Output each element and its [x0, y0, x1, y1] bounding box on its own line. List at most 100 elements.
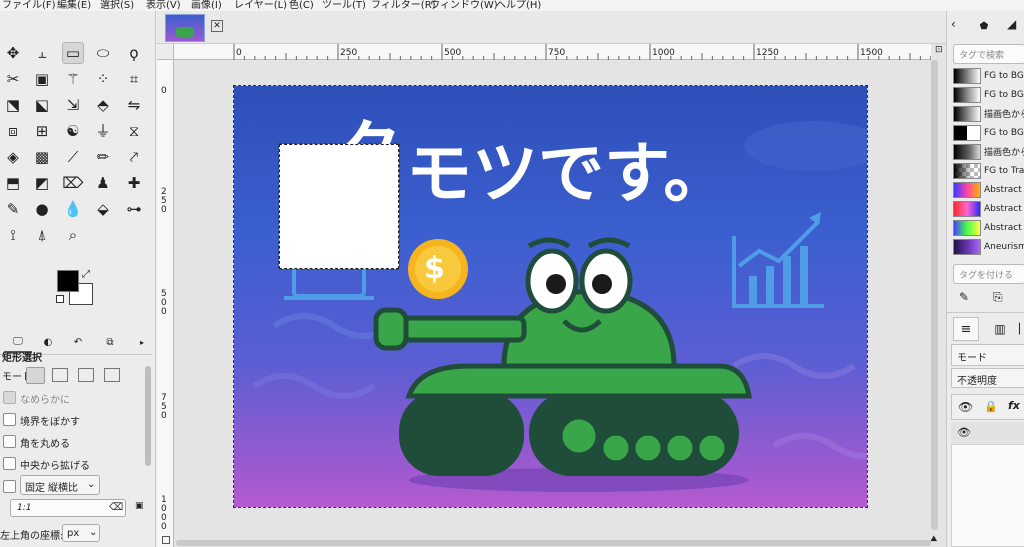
vertical-scrollbar[interactable] [931, 60, 938, 530]
tag-assign-input[interactable]: タグを付ける [953, 264, 1024, 284]
channels-tab-icon[interactable]: ▥ [987, 317, 1013, 341]
gradient-item[interactable]: 描画色から [953, 142, 1024, 161]
gradient-item[interactable]: FG to BG ( [953, 66, 1024, 85]
blur-tool[interactable]: 💧 [62, 198, 84, 220]
ink-tool[interactable]: ⬒ [2, 172, 24, 194]
airbrush-tool[interactable]: ⤤ [123, 146, 145, 168]
tab-undo-history[interactable]: ↶ [64, 331, 92, 353]
gradient-item[interactable]: FG to Tran [953, 161, 1024, 180]
smudge-tool[interactable]: ✎ [2, 198, 24, 220]
shear-tool[interactable]: ⬘ [92, 94, 114, 116]
menu-select[interactable]: 選択(S) [100, 0, 134, 11]
seamless-clone-tool[interactable]: ⏚ [92, 120, 114, 142]
menu-colors[interactable]: 色(C) [289, 0, 314, 11]
gradient-item[interactable]: Abstract 2 [953, 199, 1024, 218]
ratio-input[interactable]: 1:1 ⌫ [10, 499, 126, 517]
fixed-checkbox[interactable] [3, 480, 16, 493]
mode-add-button[interactable] [52, 368, 68, 382]
align-tool[interactable]: ⫠ [31, 42, 53, 64]
gradient-item[interactable]: Aneurism [953, 237, 1024, 256]
vertical-ruler[interactable]: 0 250 500 750 1000 [157, 60, 174, 547]
menu-layer[interactable]: レイヤー(L) [234, 0, 287, 11]
horizontal-scrollbar[interactable] [176, 540, 931, 546]
gradient-item[interactable]: Abstract 3 [953, 218, 1024, 237]
handle-transform-tool[interactable]: ⇲ [62, 94, 84, 116]
crop-tool[interactable]: ⌗ [123, 68, 145, 90]
antialias-checkbox[interactable] [3, 391, 16, 404]
menu-file[interactable]: ファイル(F) [2, 0, 56, 11]
image-canvas[interactable]: タ モツです。 $ [234, 86, 867, 507]
flip-tool[interactable]: ⇋ [123, 94, 145, 116]
paths-tab-icon[interactable]: ▏ [1019, 317, 1024, 341]
fixed-dropdown[interactable]: 固定 縦横比 ⌄ [20, 475, 100, 495]
foreground-color-swatch[interactable] [57, 270, 79, 292]
opacity-spinner[interactable]: 不透明度 [951, 368, 1024, 388]
dock-back-icon[interactable]: ‹ [951, 17, 956, 31]
perspective-tool[interactable]: ⧈ [2, 120, 24, 142]
fx-icon[interactable]: fx [1008, 399, 1020, 412]
foreground-select-tool[interactable]: ▣ [31, 68, 53, 90]
default-colors-icon[interactable] [56, 295, 64, 303]
mode-subtract-button[interactable] [78, 368, 94, 382]
rounded-corners-checkbox[interactable] [3, 435, 16, 448]
quick-mask-corner[interactable] [157, 44, 174, 60]
rect-select-tool[interactable]: ▭ [62, 42, 84, 64]
lock-icon[interactable]: 🔒 [984, 400, 998, 413]
menu-edit[interactable]: 編集(E) [57, 0, 91, 11]
menu-filters[interactable]: フィルター(R) [371, 0, 436, 11]
text-tool[interactable]: ⧖ [123, 120, 145, 142]
image-thumbnail-tab[interactable] [165, 14, 205, 42]
fuzzy-select-tool[interactable]: ⚚ [62, 68, 84, 90]
tag-search-input[interactable]: タグで検索 [953, 44, 1024, 64]
aspect-lock-icon[interactable]: ▣ [135, 501, 144, 511]
eraser-tool[interactable]: ⌦ [62, 172, 84, 194]
navigate-icon[interactable]: ⯅ [929, 532, 939, 547]
pencil-tool[interactable]: ✏ [92, 146, 114, 168]
horizontal-ruler[interactable]: 0 250 500 750 1000 1250 1500 [174, 44, 984, 60]
gradient-item[interactable]: FG to BG ( [953, 85, 1024, 104]
move-tool[interactable]: ✥ [2, 42, 24, 64]
clear-icon[interactable]: ⌫ [109, 502, 123, 513]
feather-checkbox[interactable] [3, 413, 16, 426]
new-gradient-icon[interactable]: ⎘ [993, 290, 1003, 305]
close-tab-icon[interactable]: ✕ [211, 20, 223, 32]
edit-gradient-icon[interactable]: ✎ [959, 290, 969, 304]
color-picker-tool[interactable]: ⟟ [2, 224, 24, 246]
layer-visibility-icon[interactable]: 👁 [957, 426, 971, 439]
expand-center-checkbox[interactable] [3, 457, 16, 470]
bucket-fill-tool[interactable]: ◈ [2, 146, 24, 168]
free-select-tool[interactable]: ϙ [123, 42, 145, 64]
heal-tool[interactable]: ✚ [123, 172, 145, 194]
mypaint-brush-tool[interactable]: ◩ [31, 172, 53, 194]
mode-replace-button[interactable] [26, 367, 45, 384]
measure-tool[interactable]: ⊶ [123, 198, 145, 220]
clone-tool[interactable]: ♟ [92, 172, 114, 194]
color-select-tool[interactable]: ⁘ [92, 68, 114, 90]
zoom-tool[interactable]: ⌕ [62, 224, 84, 246]
gradient-item[interactable]: Abstract 1 [953, 180, 1024, 199]
eye-icon[interactable]: 👁 [958, 400, 973, 414]
paintbrush-tool[interactable]: ⟋ [62, 146, 84, 168]
menu-image[interactable]: 画像(I) [191, 0, 222, 11]
gradient-item[interactable]: 描画色から [953, 104, 1024, 123]
warp-transform-tool[interactable]: ⬕ [31, 94, 53, 116]
gradient-tool[interactable]: ▩ [31, 146, 53, 168]
brushes-tab-icon[interactable]: ⬟ [973, 15, 995, 37]
quick-mask-toggle[interactable] [162, 536, 170, 544]
gradient-item[interactable]: FG to BG ( [953, 123, 1024, 142]
layer-mode-dropdown[interactable]: モード [951, 344, 1024, 366]
menu-tools[interactable]: ツール(T) [322, 0, 366, 11]
tab-images[interactable]: ⧉ [96, 331, 124, 353]
tab-menu[interactable]: ▸ [132, 331, 152, 353]
unit-dropdown[interactable]: px ⌄ [62, 524, 100, 542]
zoom-lock-icon[interactable]: ⊡ [935, 45, 943, 55]
layer-list[interactable] [951, 444, 1024, 547]
menu-windows[interactable]: ウィンドウ(W) [430, 0, 498, 11]
layers-tab-icon[interactable]: ≡ [953, 317, 979, 341]
scissors-select-tool[interactable]: ✂ [2, 68, 24, 90]
swap-colors-icon[interactable]: ⤢ [82, 269, 90, 280]
menu-view[interactable]: 表示(V) [146, 0, 181, 11]
ellipse-select-tool[interactable]: ⬭ [92, 42, 114, 64]
warp-tool[interactable]: ☯ [62, 120, 84, 142]
gradient-tab-icon[interactable]: ◢ [1007, 17, 1016, 31]
